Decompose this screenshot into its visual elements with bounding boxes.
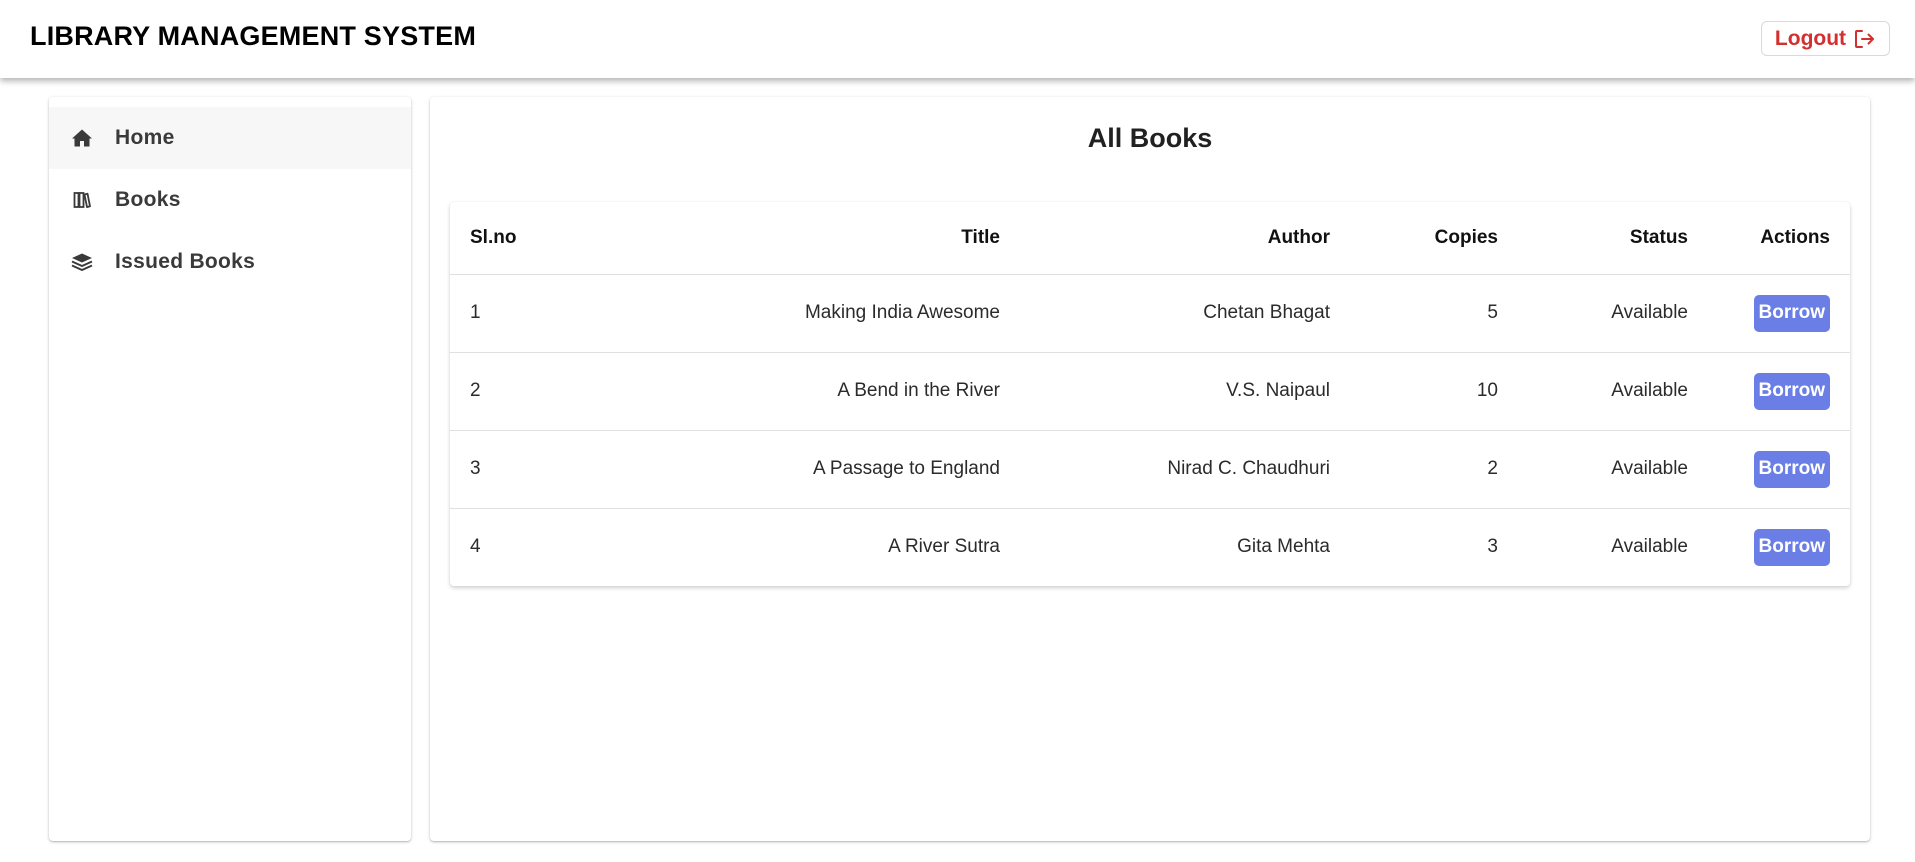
cell-copies: 2	[1350, 430, 1518, 509]
table-header-row: Sl.no Title Author Copies Status Actions	[450, 202, 1850, 275]
cell-status: Available	[1518, 352, 1708, 431]
column-header-status: Status	[1518, 202, 1708, 275]
table-row: 1 Making India Awesome Chetan Bhagat 5 A…	[450, 274, 1850, 353]
sidebar-item-books[interactable]: Books	[49, 169, 411, 231]
cell-title: A River Sutra	[888, 536, 1000, 558]
cell-slno: 1	[450, 274, 590, 353]
home-icon	[69, 125, 95, 151]
cell-slno: 3	[450, 430, 590, 509]
borrow-button[interactable]: Borrow	[1753, 294, 1830, 332]
app-header: LIBRARY MANAGEMENT SYSTEM Logout	[0, 0, 1915, 78]
sidebar-item-home[interactable]: Home	[49, 107, 411, 169]
app-title: LIBRARY MANAGEMENT SYSTEM	[30, 21, 477, 51]
sidebar-item-label: Home	[115, 126, 175, 149]
book-stack-icon	[69, 249, 95, 275]
logout-label: Logout	[1774, 26, 1847, 50]
cell-actions: Borrow	[1708, 274, 1850, 353]
sidebar-item-issued-books[interactable]: Issued Books	[49, 231, 411, 293]
cell-actions: Borrow	[1708, 430, 1850, 509]
books-icon	[69, 187, 95, 213]
table-row: 4 A River Sutra Gita Mehta 3 Available B…	[450, 508, 1850, 586]
cell-actions: Borrow	[1708, 508, 1850, 586]
column-header-copies: Copies	[1350, 202, 1518, 275]
cell-copies: 10	[1350, 352, 1518, 431]
borrow-button[interactable]: Borrow	[1753, 528, 1830, 566]
table-row: 2 A Bend in the River V.S. Naipaul 10 Av…	[450, 352, 1850, 431]
column-header-slno: Sl.no	[450, 202, 590, 275]
column-header-actions: Actions	[1708, 202, 1850, 275]
cell-status: Available	[1518, 274, 1708, 353]
borrow-button[interactable]: Borrow	[1753, 372, 1830, 410]
cell-slno: 4	[470, 536, 481, 558]
books-table-card: Sl.no Title Author Copies Status Actions…	[450, 202, 1850, 586]
page-title: All Books	[1087, 123, 1213, 153]
column-header-author: Author	[1020, 202, 1350, 275]
cell-author: Gita Mehta	[1237, 536, 1330, 558]
cell-author: Nirad C. Chaudhuri	[1020, 430, 1350, 509]
cell-title: Making India Awesome	[590, 274, 1020, 353]
books-table: Sl.no Title Author Copies Status Actions…	[450, 202, 1850, 586]
table-row: 3 A Passage to England Nirad C. Chaudhur…	[450, 430, 1850, 509]
cell-author: Chetan Bhagat	[1020, 274, 1350, 353]
cell-status: Available	[1611, 536, 1688, 558]
cell-title: A Passage to England	[590, 430, 1020, 509]
sidebar-item-label: Issued Books	[115, 250, 256, 273]
cell-title: A Bend in the River	[590, 352, 1020, 431]
cell-actions: Borrow	[1708, 352, 1850, 431]
cell-author: V.S. Naipaul	[1020, 352, 1350, 431]
column-header-title: Title	[590, 202, 1020, 275]
cell-copies: 5	[1350, 274, 1518, 353]
logout-icon	[1854, 29, 1876, 49]
sidebar-item-label: Books	[115, 188, 181, 211]
borrow-button[interactable]: Borrow	[1753, 450, 1830, 488]
logout-button[interactable]: Logout	[1761, 21, 1890, 56]
cell-status: Available	[1518, 430, 1708, 509]
sidebar: Home Books Issued Books	[49, 97, 411, 841]
main-panel: All Books Sl.no Title Author Copies Stat…	[430, 97, 1870, 841]
cell-copies: 3	[1487, 536, 1498, 558]
cell-slno: 2	[450, 352, 590, 431]
